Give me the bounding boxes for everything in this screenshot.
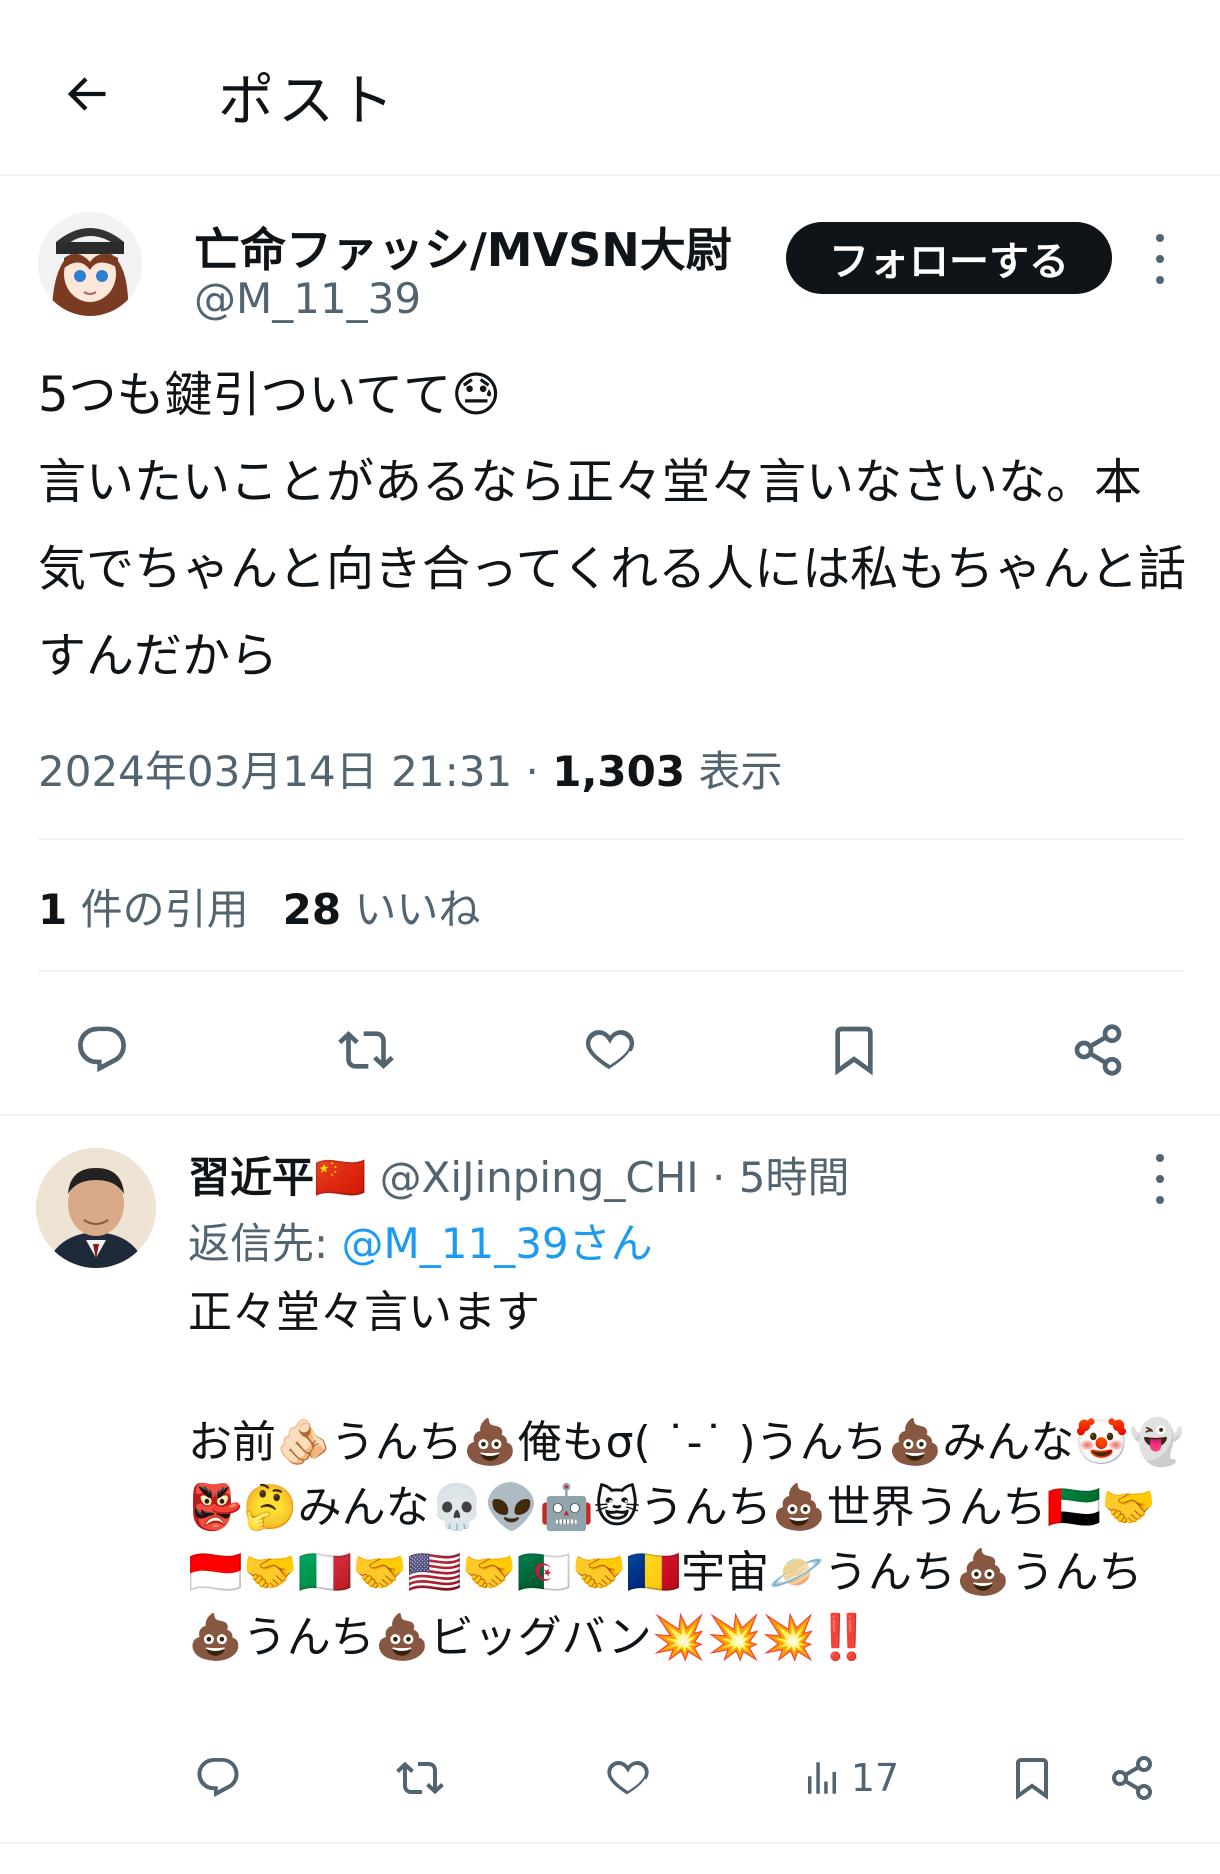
reply-to-prefix: 返信先: [188, 1219, 342, 1268]
main-post: 亡命ファッシ/MVSN大尉 @M_11_39 フォローする 5つも鍵引ついてて😓… [0, 176, 1220, 1116]
reply-views-count: 17 [850, 1756, 900, 1800]
reply-bookmark-button[interactable] [1000, 1746, 1064, 1810]
divider [38, 970, 1184, 972]
page-title: ポスト [218, 69, 398, 134]
tweet-meta: 2024年03月14日 21:31 · 1,303 表示 [38, 738, 782, 799]
back-button[interactable] [50, 58, 122, 130]
reply-views-button[interactable]: 17 [800, 1746, 900, 1810]
views-count: 1,303 [552, 747, 686, 796]
reply-author-handle[interactable]: @XiJinping_CHI [366, 1153, 699, 1202]
bookmark-button[interactable] [818, 1014, 890, 1086]
share-icon [1112, 1756, 1152, 1800]
tweet-text: 5つも鍵引ついてて😓 言いたいことがあるなら正々堂々言いなさいな。本気でちゃんと… [38, 367, 1187, 684]
likes-stat[interactable]: 28 いいね [283, 885, 481, 934]
retweet-icon [396, 1761, 444, 1795]
more-icon [1156, 234, 1164, 242]
bookmark-icon [1016, 1758, 1048, 1800]
reply-reply-button[interactable] [186, 1746, 250, 1810]
share-icon [1074, 1024, 1122, 1076]
bookmark-icon [835, 1026, 873, 1076]
back-arrow-icon [67, 77, 106, 111]
timestamp[interactable]: 2024年03月14日 21:31 [38, 747, 512, 796]
views-icon [807, 1762, 836, 1794]
reply-like-button[interactable] [596, 1746, 660, 1810]
quotes-stat[interactable]: 1 件の引用 [38, 885, 249, 934]
retweet-button[interactable] [330, 1014, 402, 1086]
reply-text: 正々堂々言います お前🫵🏻うんち💩俺もσ( ˙-˙ )うんち💩みんな🤡👻👺🤔みん… [188, 1287, 1184, 1663]
reply-author-name[interactable]: 習近平🇨🇳 [188, 1153, 366, 1202]
views-label: 表示 [685, 747, 783, 796]
follow-button[interactable]: フォローする [786, 222, 1112, 294]
share-button[interactable] [1062, 1014, 1134, 1086]
divider [38, 838, 1184, 840]
reply-to-handle[interactable]: @M_11_39さん [342, 1219, 653, 1268]
like-icon [607, 1760, 649, 1795]
like-icon [585, 1030, 635, 1070]
avatar[interactable] [38, 212, 142, 316]
more-icon [1156, 1154, 1164, 1162]
reply-retweet-button[interactable] [388, 1746, 452, 1810]
retweet-icon [338, 1031, 394, 1069]
reply-button[interactable] [66, 1014, 138, 1086]
more-options-button[interactable] [1140, 1154, 1180, 1204]
reply-post[interactable]: 習近平🇨🇳 @XiJinping_CHI · 5時間 返信先: @M_11_39… [0, 1118, 1220, 1844]
top-bar: ポスト [0, 0, 1220, 176]
reply-icon [197, 1758, 239, 1797]
reply-icon [78, 1026, 126, 1073]
more-options-button[interactable] [1140, 234, 1180, 284]
engagement-stats: 1 件の引用 28 いいね [38, 876, 480, 937]
reply-header: 習近平🇨🇳 @XiJinping_CHI · 5時間 [188, 1144, 849, 1205]
author-name[interactable]: 亡命ファッシ/MVSN大尉 [194, 214, 732, 280]
reply-time[interactable]: · 5時間 [699, 1153, 849, 1202]
author-handle[interactable]: @M_11_39 [194, 274, 421, 323]
reply-to: 返信先: @M_11_39さん [188, 1210, 653, 1271]
reply-share-button[interactable] [1100, 1746, 1164, 1810]
meta-separator: · [512, 747, 553, 796]
like-button[interactable] [574, 1014, 646, 1086]
avatar[interactable] [36, 1148, 156, 1268]
